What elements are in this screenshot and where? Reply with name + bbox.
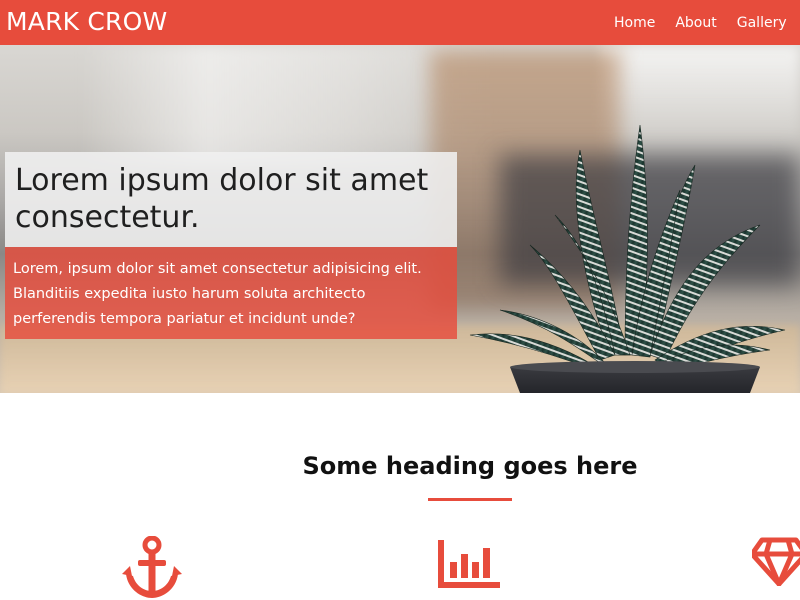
section-heading-underline	[428, 498, 512, 501]
anchor-icon	[122, 536, 182, 598]
nav-links: Home About Gallery Pr	[614, 0, 800, 45]
hero-title: Lorem ipsum dolor sit amet consectetur.	[15, 163, 429, 235]
bar-chart-icon	[438, 540, 500, 588]
diamond-icon	[752, 537, 800, 586]
nav-link-gallery[interactable]: Gallery	[737, 15, 787, 31]
hero-title-box: Lorem ipsum dolor sit amet consectetur.	[5, 152, 457, 247]
hero-text-box: Lorem, ipsum dolor sit amet consectetur …	[5, 247, 457, 339]
section-heading: Some heading goes here	[302, 452, 638, 480]
nav-link-about[interactable]: About	[675, 15, 716, 31]
brand-logo[interactable]: MARK CROW	[6, 6, 167, 38]
succulent-plant-image	[469, 124, 786, 393]
nav-link-home[interactable]: Home	[614, 15, 655, 31]
top-navbar: MARK CROW Home About Gallery Pr	[0, 0, 800, 45]
hero-description: Lorem, ipsum dolor sit amet consectetur …	[13, 261, 422, 327]
hero-banner: Lorem ipsum dolor sit amet consectetur. …	[0, 45, 800, 393]
